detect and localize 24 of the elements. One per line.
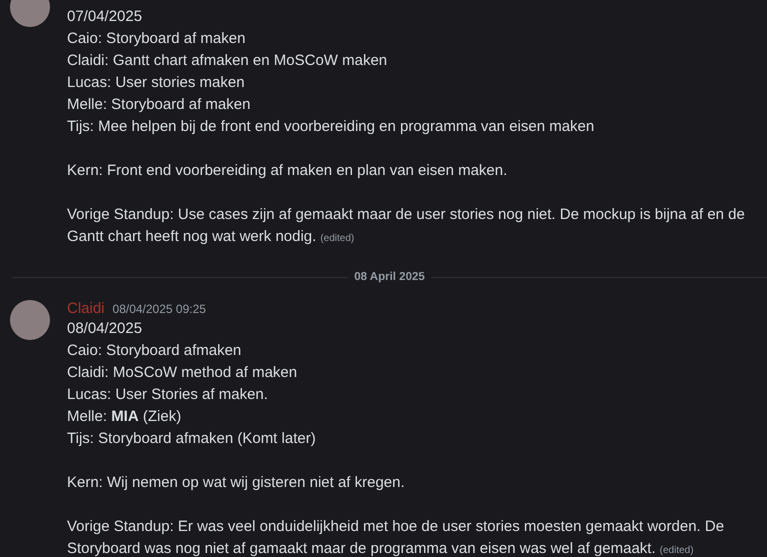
message-text: Caio: Storyboard af maken	[67, 29, 246, 49]
message-text: Kern: Wij nemen op wat wij gisteren niet af kregen.	[67, 473, 406, 493]
message-text: Tijs: Storyboard afmaken (Komt later)	[67, 429, 317, 449]
message-text: Lucas: User stories maken	[67, 73, 246, 93]
message-text: Claidi: Gantt chart afmaken en MoSCoW maken	[67, 51, 388, 71]
message-text: Lucas: User Stories af maken.	[67, 385, 269, 405]
message-text: Vorige Standup: Er was veel onduidelijkheid met hoe de user stories moesten gemaakt worden. De	[67, 517, 726, 537]
edited-label: (edited)	[660, 545, 694, 556]
message-text: Vorige Standup: Use cases zijn af gemaakt maar de user stories nog niet. De mockup is bijna af en de	[67, 205, 746, 225]
date-divider: 08 April 2025	[353, 270, 426, 285]
author-name[interactable]: Claidi	[67, 299, 105, 319]
message-text: Gantt chart heeft nog wat werk nodig.	[67, 228, 316, 245]
message-text: 07/04/2025	[67, 7, 144, 27]
message-text: Caio: Storyboard afmaken	[67, 341, 242, 361]
timestamp: 08/04/2025 09:25	[112, 301, 206, 318]
message-text: Kern: Front end voorbereiding af maken en plan van eisen maken.	[67, 161, 508, 181]
message-text: Claidi: MoSCoW method af maken	[67, 363, 298, 383]
edited-label: (edited)	[320, 233, 354, 244]
message-text: 08/04/2025	[67, 319, 144, 339]
avatar[interactable]	[10, 300, 50, 340]
message-text: Melle: Storyboard af maken	[67, 95, 252, 115]
message-text: Melle: MIA (Ziek)	[67, 407, 182, 427]
message-text: Tijs: Mee helpen bij de front end voorbereiding en programma van eisen maken	[67, 117, 596, 137]
message-text: Storyboard was nog niet af gamaakt maar de programma van eisen was wel af gemaakt.	[67, 540, 656, 557]
